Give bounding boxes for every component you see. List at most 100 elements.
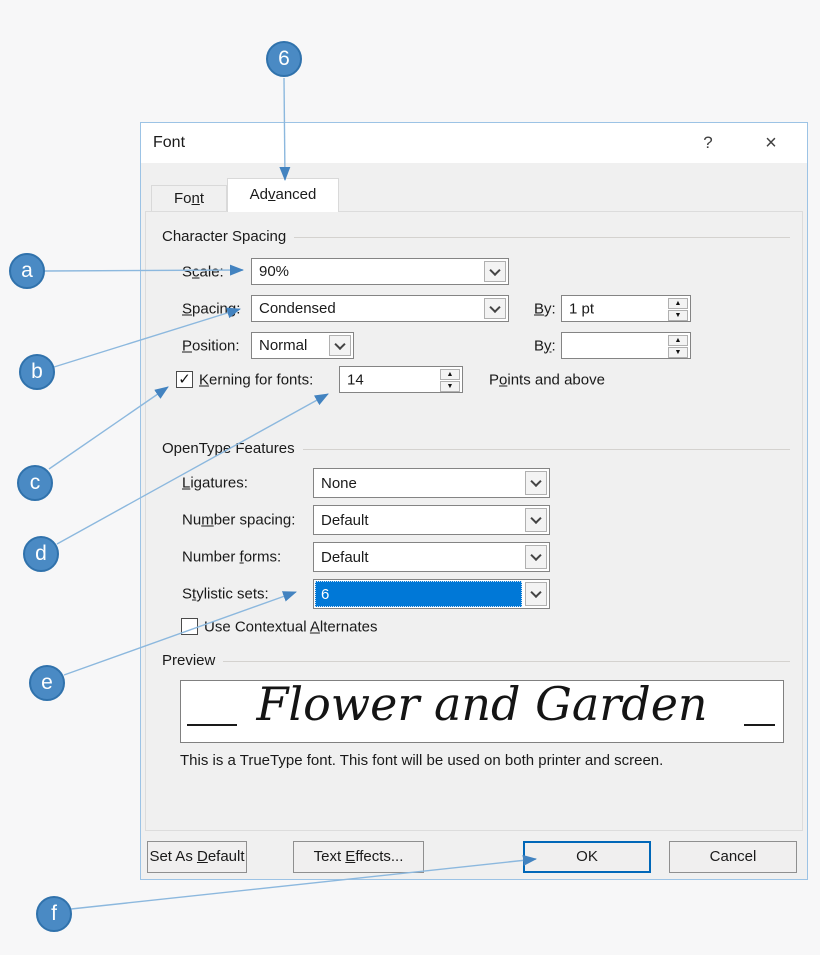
callout-badge-6: 6	[266, 41, 302, 77]
position-label: Position:	[182, 337, 240, 354]
kerning-points-spinner[interactable]: 14 ▲ ▼	[339, 366, 463, 393]
set-as-default-button[interactable]: Set As Default	[147, 841, 247, 873]
text-post: ale:	[200, 263, 224, 280]
chevron-down-icon[interactable]	[525, 471, 547, 495]
ligatures-label: Ligatures:	[182, 475, 248, 492]
opentype-group-header: OpenType Features	[162, 440, 790, 457]
text-post: pacing:	[192, 300, 240, 317]
spin-up-button[interactable]: ▲	[440, 369, 460, 380]
spacing-value: Condensed	[253, 297, 481, 320]
callout-badge-b: b	[19, 354, 55, 390]
number-forms-label: Number forms:	[182, 549, 281, 566]
help-button[interactable]: ?	[690, 127, 726, 159]
preview-sample-text: Flower and Garden	[181, 680, 783, 731]
text-pre: B	[534, 337, 544, 354]
kerning-checkbox[interactable]: ✓	[176, 371, 193, 388]
text-post: orms:	[244, 549, 282, 566]
text-pre: Nu	[182, 512, 201, 529]
text-accel: K	[199, 371, 209, 388]
chevron-glyph	[334, 338, 345, 349]
callout-label: d	[35, 542, 47, 566]
chevron-glyph	[530, 550, 541, 561]
number-spacing-value: Default	[315, 507, 522, 533]
chevron-down-icon[interactable]	[329, 335, 351, 356]
text-pre: S	[182, 586, 192, 603]
spin-down-button[interactable]: ▼	[440, 381, 460, 392]
spin-buttons: ▲ ▼	[668, 335, 688, 356]
number-forms-row: Number forms: Default	[146, 542, 802, 572]
number-forms-value: Default	[315, 544, 522, 570]
position-by-spinner[interactable]: ▲ ▼	[561, 332, 691, 359]
tab-advanced[interactable]: Advanced	[227, 178, 339, 212]
number-spacing-label: Number spacing:	[182, 512, 295, 529]
text-post: ints and above	[507, 371, 605, 388]
stylistic-sets-row: Stylistic sets: 6	[146, 579, 802, 609]
spacing-row: Spacing: Condensed By: 1 pt ▲ ▼	[146, 295, 802, 322]
chevron-down-icon[interactable]	[525, 508, 547, 532]
chevron-down-icon[interactable]	[525, 545, 547, 569]
spin-buttons: ▲ ▼	[440, 369, 460, 390]
callout-badge-a: a	[9, 253, 45, 289]
close-button[interactable]: ×	[753, 127, 789, 159]
cancel-button[interactable]: Cancel	[669, 841, 797, 873]
kerning-points-value: 14	[347, 371, 364, 388]
contextual-alternates-label: Use Contextual Alternates	[204, 619, 377, 636]
character-spacing-group-header: Character Spacing	[162, 228, 790, 245]
tab-font[interactable]: Font	[151, 185, 227, 212]
truetype-note: This is a TrueType font. This font will …	[180, 752, 663, 769]
spacing-combobox[interactable]: Condensed	[251, 295, 509, 322]
group-divider	[223, 661, 790, 662]
text-post: t	[200, 190, 204, 207]
spin-down-button[interactable]: ▼	[668, 310, 688, 321]
spin-up-button[interactable]: ▲	[668, 335, 688, 346]
contextual-alternates-row: Use Contextual Alternates	[146, 617, 802, 637]
number-forms-combobox[interactable]: Default	[313, 542, 550, 572]
position-combobox[interactable]: Normal	[251, 332, 354, 359]
text-accel: D	[197, 848, 208, 865]
scale-value: 90%	[253, 260, 481, 283]
chevron-down-icon[interactable]	[484, 298, 506, 319]
scale-combobox[interactable]: 90%	[251, 258, 509, 285]
text-pre: Number	[182, 549, 240, 566]
text-accel: c	[192, 263, 200, 280]
stylistic-sets-value: 6	[315, 581, 522, 607]
callout-badge-f: f	[36, 896, 72, 932]
callout-label: c	[30, 471, 41, 495]
preview-underline-right	[744, 724, 775, 726]
ok-button[interactable]: OK	[523, 841, 651, 873]
text-post: erning for fonts:	[209, 371, 313, 388]
advanced-tab-page: Character Spacing Scale: 90% Spacing: Co…	[145, 211, 803, 831]
contextual-alternates-checkbox[interactable]	[181, 618, 198, 635]
position-row: Position: Normal By: ▲ ▼	[146, 332, 802, 359]
spin-up-button[interactable]: ▲	[668, 298, 688, 309]
preview-group-title: Preview	[162, 652, 215, 669]
text-post: lternates	[320, 619, 378, 636]
stylistic-sets-combobox[interactable]: 6	[313, 579, 550, 609]
position-value: Normal	[253, 334, 326, 357]
ligatures-combobox[interactable]: None	[313, 468, 550, 498]
chevron-glyph	[489, 264, 500, 275]
number-spacing-combobox[interactable]: Default	[313, 505, 550, 535]
kerning-label: Kerning for fonts:	[199, 371, 313, 388]
text-accel: m	[201, 512, 214, 529]
group-divider	[303, 449, 790, 450]
ligatures-row: Ligatures: None	[146, 468, 802, 498]
callout-label: f	[51, 902, 57, 926]
text-accel: S	[182, 300, 192, 317]
points-and-above-label: Points and above	[489, 371, 605, 388]
callout-badge-e: e	[29, 665, 65, 701]
preview-underline-left	[187, 724, 237, 726]
spin-down-button[interactable]: ▼	[668, 347, 688, 358]
spacing-by-value: 1 pt	[569, 300, 594, 317]
position-by-label: By:	[534, 337, 556, 354]
preview-box: Flower and Garden	[180, 680, 784, 743]
text-pre: Use Contextual	[204, 619, 310, 636]
font-dialog: Font ? × Font Advanced Character Spacing…	[140, 122, 808, 880]
text-effects-button[interactable]: Text Effects...	[293, 841, 424, 873]
text-post: ber spacing:	[214, 512, 296, 529]
chevron-glyph	[530, 587, 541, 598]
chevron-down-icon[interactable]	[525, 582, 547, 606]
spacing-by-spinner[interactable]: 1 pt ▲ ▼	[561, 295, 691, 322]
chevron-down-icon[interactable]	[484, 261, 506, 282]
chevron-glyph	[530, 476, 541, 487]
